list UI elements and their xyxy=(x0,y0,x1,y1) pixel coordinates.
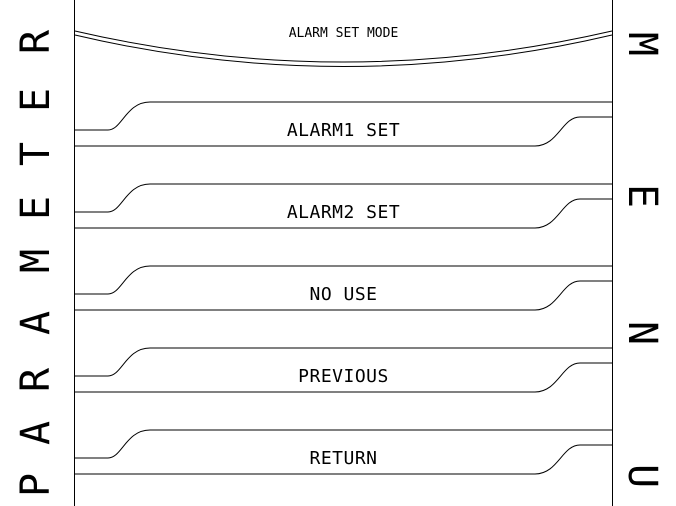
left-banner-letter: E xyxy=(13,87,59,113)
right-banner-letter: E xyxy=(619,183,665,209)
left-banner-letter: A xyxy=(13,310,59,336)
right-banner-letter: U xyxy=(619,463,665,489)
menu-item-previous[interactable]: PREVIOUS xyxy=(75,366,612,388)
left-banner-letter: E xyxy=(13,195,59,221)
menu-item-alarm2-set[interactable]: ALARM2 SET xyxy=(75,202,612,224)
left-banner-letter: T xyxy=(13,141,59,167)
menu-item-return[interactable]: RETURN xyxy=(75,448,612,470)
page-title: ALARM SET MODE xyxy=(288,26,399,41)
left-banner-letter: R xyxy=(13,29,59,55)
right-banner-letter: M xyxy=(619,31,665,57)
left-banner-letter: A xyxy=(13,420,59,446)
right-banner-letter: N xyxy=(619,320,665,346)
menu-item-alarm1-set[interactable]: ALARM1 SET xyxy=(75,120,612,142)
menu-line-art xyxy=(74,30,613,475)
left-banner-letter: P xyxy=(13,472,59,498)
parameter-menu-screen: ALARM SET MODE ALARM1 SET ALARM2 SET NO … xyxy=(0,0,676,506)
left-banner-letter: R xyxy=(13,367,59,393)
menu-item-no-use[interactable]: NO USE xyxy=(75,284,612,306)
left-banner-letter: M xyxy=(13,248,59,274)
